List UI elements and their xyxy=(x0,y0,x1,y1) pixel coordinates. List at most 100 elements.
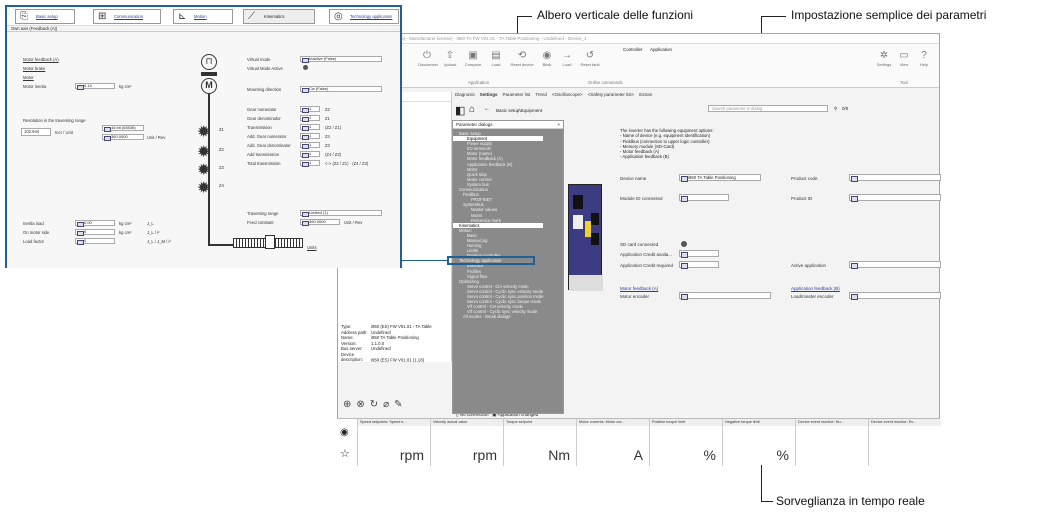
view-button[interactable]: ▭ View xyxy=(895,50,913,67)
monitor-column[interactable]: Speed setpoints: Speed s... rpm xyxy=(357,419,430,466)
carriage-icon xyxy=(265,235,275,249)
gear-row-label: Add. Gear numerator xyxy=(247,134,287,139)
crumb-kinematics[interactable]: ⟋ Kinematics xyxy=(243,9,315,24)
monitor-column[interactable]: Negative torque limit% xyxy=(722,419,795,466)
tab-trend[interactable]: Trend xyxy=(535,92,547,97)
parameter-dialog-tree: Parameter dialogs × Basic setup Equipment P… xyxy=(452,120,564,414)
gear-row-symbol: Z3 xyxy=(325,143,330,148)
load-factor-label: Load factor xyxy=(23,239,44,244)
home-icon[interactable]: ⌂ xyxy=(469,104,475,115)
motor-icon: M xyxy=(201,78,217,94)
inertia-load-field[interactable]: 0.00 xyxy=(75,220,115,227)
blink-button[interactable]: ◉ Blink xyxy=(538,50,556,67)
load-button[interactable]: ▤ Load xyxy=(487,50,505,67)
main-window: i950 (Internal/Test) - Manufacturer lice… xyxy=(337,33,941,465)
gear-icon: ✹ xyxy=(197,124,211,141)
toolbar-icons[interactable]: ⊕⊗↻⌀✎ xyxy=(343,399,408,410)
product-id-field xyxy=(849,194,941,202)
load-icon: ▤ xyxy=(491,50,501,61)
gear-row-field[interactable]: 1 xyxy=(300,160,320,167)
product-code-label: Product code xyxy=(791,176,818,181)
help-button[interactable]: ? Help xyxy=(915,50,933,67)
device-image xyxy=(568,184,603,291)
panel-icon[interactable]: ◧ xyxy=(455,104,465,117)
tab-safety[interactable]: <Safety parameter list> xyxy=(588,92,635,97)
tab-parameter-list[interactable]: Parameter list xyxy=(503,92,531,97)
gear-row-field[interactable]: 1 xyxy=(300,133,320,140)
group-online: Online commands xyxy=(588,80,623,85)
monitor-column[interactable]: Motor currents: Motor cur... A xyxy=(576,419,649,466)
gear-row-label: Add. Gear denominator xyxy=(247,143,291,148)
motor-encoder-label: Motor encoder xyxy=(620,294,650,299)
gear-row-symbol: Z1 xyxy=(325,116,330,121)
monitor-column[interactable]: Positive torque limit% xyxy=(649,419,722,466)
load-factor-field: 0 xyxy=(75,238,115,245)
gear-row-symbol: (Z2 / Z1) xyxy=(325,125,342,130)
app-credit-label: Application Credit availa... xyxy=(620,252,673,257)
gear-row-field[interactable]: 1 xyxy=(300,142,320,149)
motor-inertia-field[interactable]: 0.14 xyxy=(75,83,115,90)
motor-feedback-link[interactable]: Motor feedback (A) xyxy=(620,286,658,291)
motor-inertia-label: Motor inertia xyxy=(23,84,47,89)
crumb-technology-application[interactable]: ◎ Technology application xyxy=(329,9,399,24)
gear-tag-z3: Z3 xyxy=(219,165,224,170)
crumb-basic-setup[interactable]: ⎘ Basic setup xyxy=(15,9,75,24)
virtual-mode-select[interactable]: Inactive (False) xyxy=(300,56,382,63)
module-id-label: Module ID connected xyxy=(620,196,663,201)
device-name-field[interactable]: i950 TA Table Positioning xyxy=(679,174,761,182)
disconnect-button[interactable]: ⏻ Disconnect xyxy=(418,50,438,67)
monitor-unit: rpm xyxy=(472,447,497,463)
monitor-column[interactable]: Device event monitor: Ev... xyxy=(868,419,941,466)
reset-fault-button[interactable]: ↺ Reset fault xyxy=(579,50,601,67)
resolution-incr-select[interactable]: 16 bit (65536) xyxy=(102,125,144,132)
inertia-load-label: Inertia load xyxy=(23,221,44,226)
motor-link[interactable]: Motor xyxy=(23,75,34,80)
crumb-communication[interactable]: ⊞ Communication xyxy=(93,9,161,24)
load-encoder-field xyxy=(849,292,941,300)
monitor-column[interactable]: Torque setpoint Nm xyxy=(503,419,576,466)
gear-row-field[interactable]: 1 xyxy=(300,115,320,122)
motor-brake-link[interactable]: Motor brake xyxy=(23,66,45,71)
gear-row-field[interactable]: 1 xyxy=(300,151,320,158)
monitor-column[interactable]: Velocity actual value rpm xyxy=(430,419,503,466)
back-icon[interactable]: ← xyxy=(484,106,490,112)
monitor-column[interactable]: Device event monitor: Nu... xyxy=(795,419,868,466)
reset-device-button[interactable]: ⟲ Reset device xyxy=(510,50,534,67)
resolution-unit-field[interactable]: 360.0000 xyxy=(102,134,144,141)
traversing-select[interactable]: Limited (1) xyxy=(300,210,382,217)
gear-row-field[interactable]: 1 xyxy=(300,106,320,113)
tab-diagnosis[interactable]: Diagnosis xyxy=(455,92,475,97)
search-icon[interactable]: ⚲ xyxy=(834,106,837,112)
application-feedback-link[interactable]: Application feedback (B) xyxy=(791,286,840,291)
tab-oscilloscope[interactable]: <Oscilloscope> xyxy=(552,92,583,97)
load2-button[interactable]: → Load xyxy=(558,50,576,67)
on-motor-unit: kg cm² xyxy=(119,230,132,235)
mounting-select[interactable]: Cw (False) xyxy=(300,86,382,93)
kinematics-highlight xyxy=(447,256,535,265)
crumb-motion[interactable]: ⊾ Motion xyxy=(173,9,233,24)
tab-extras[interactable]: Extras xyxy=(639,92,652,97)
controller-label: Controller xyxy=(623,47,643,52)
compare-button[interactable]: ▣ Compare xyxy=(464,50,482,67)
feed-field[interactable]: 360.0000 xyxy=(300,219,340,226)
view-icon: ▭ xyxy=(899,50,909,61)
upload-button[interactable]: ⇧ Upload xyxy=(441,50,459,67)
ribbon: ⏻ Disconnect ⇧ Upload ▣ Compare ▤ Load ⟲ Rese… xyxy=(338,44,939,88)
blink-icon: ◉ xyxy=(542,50,552,61)
eye-icon[interactable]: ◉ xyxy=(340,427,349,438)
gear-row-field[interactable]: 1 xyxy=(300,124,320,131)
tab-settings[interactable]: Settings xyxy=(480,92,498,97)
search-count: 0/0 xyxy=(842,106,849,111)
monitor-unit: Nm xyxy=(548,447,570,463)
reset-fault-icon: ↺ xyxy=(585,50,595,61)
kinematics-body: Motor feedback (A) Motor brake Motor Mot… xyxy=(7,32,400,268)
application-label: Application xyxy=(650,47,673,52)
units-link[interactable]: Units xyxy=(307,245,317,250)
star-icon[interactable]: ☆ xyxy=(340,447,350,460)
search-input[interactable]: Search parameter in dialog xyxy=(708,105,828,112)
settings-button[interactable]: ✲ Settings xyxy=(875,50,893,67)
close-icon[interactable]: × xyxy=(557,122,560,127)
virtual-active-label: Virtual Mode Active xyxy=(247,66,283,71)
tree-item[interactable]: All modes - Break dialogs xyxy=(453,314,563,319)
motor-feedback-link[interactable]: Motor feedback (A) xyxy=(23,57,59,62)
